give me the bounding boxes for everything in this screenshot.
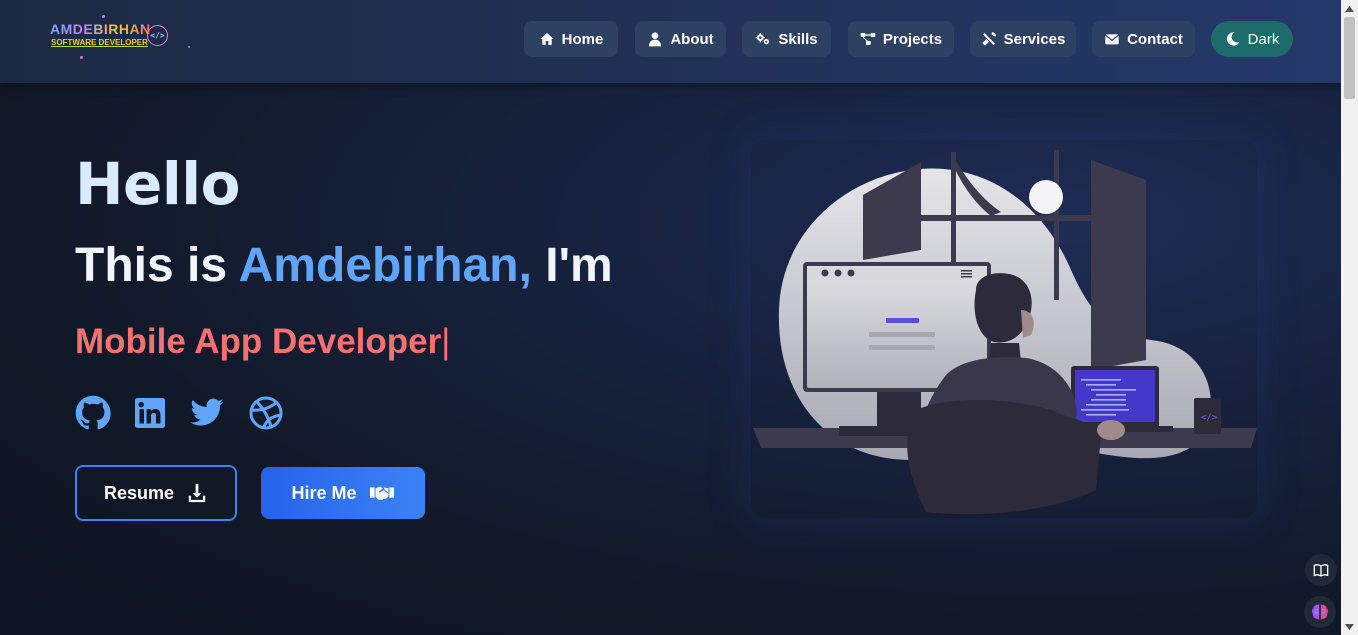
hire-me-label: Hire Me: [291, 482, 357, 503]
github-icon: [75, 395, 111, 430]
hero-greeting: Hello: [75, 150, 241, 218]
scrollbar-thumb[interactable]: [1344, 17, 1355, 99]
dribbble-icon: [249, 396, 283, 430]
navbar: AMDEBIRHAN SOFTWARE DEVELOPER </> Home A…: [0, 0, 1341, 83]
linkedin-icon: [135, 398, 165, 428]
developer-at-desk-illustration: </>: [753, 150, 1257, 515]
page-scrollbar[interactable]: [1341, 0, 1358, 635]
brain-icon: [1312, 604, 1328, 620]
nav-home[interactable]: Home: [524, 21, 618, 57]
hero-role-text: Mobile App Developer: [75, 322, 442, 361]
logo-sparkle: [102, 15, 105, 18]
developer-illustration: </>: [751, 140, 1257, 518]
nav-skills-label: Skills: [778, 30, 818, 48]
nav-contact[interactable]: Contact: [1092, 21, 1195, 57]
scroll-down-arrow-icon[interactable]: [1341, 618, 1358, 635]
hero-intro-suffix: I'm: [531, 239, 613, 292]
nav-services[interactable]: Services: [970, 21, 1076, 57]
nav-projects[interactable]: Projects: [848, 21, 954, 57]
hire-me-button[interactable]: Hire Me: [261, 467, 425, 519]
logo-sparkle: [80, 56, 83, 59]
github-link[interactable]: [75, 395, 111, 431]
resume-label: Resume: [103, 482, 175, 503]
dribbble-link[interactable]: [248, 395, 284, 431]
code-badge-icon: </>: [147, 25, 168, 46]
gears-icon: [756, 33, 770, 45]
reading-mode-button[interactable]: [1305, 554, 1337, 586]
logo-subtitle: SOFTWARE DEVELOPER: [51, 38, 148, 47]
nav-about-label: About: [670, 30, 714, 48]
nav-skills[interactable]: Skills: [742, 21, 831, 57]
page: AMDEBIRHAN SOFTWARE DEVELOPER </> Home A…: [0, 0, 1341, 635]
twitter-icon: [190, 398, 224, 426]
ai-assistant-button[interactable]: [1304, 596, 1336, 628]
user-icon: [649, 32, 662, 47]
nav-home-label: Home: [561, 30, 604, 48]
nav-contact-label: Contact: [1127, 30, 1183, 48]
logo-sparkle: [188, 46, 190, 48]
resume-button[interactable]: Resume: [75, 465, 237, 521]
hero-role: Mobile App Developer|: [75, 322, 450, 362]
tools-icon: [981, 32, 996, 46]
hero-intro-prefix: This is: [75, 239, 239, 292]
logo-name: AMDEBIRHAN: [50, 21, 151, 37]
nav-services-label: Services: [1003, 30, 1066, 48]
linkedin-link[interactable]: [132, 395, 168, 431]
nav-projects-label: Projects: [882, 30, 943, 48]
theme-toggle[interactable]: Dark: [1211, 21, 1293, 57]
hero-intro: This is Amdebirhan, I'm: [75, 238, 613, 293]
logo[interactable]: AMDEBIRHAN SOFTWARE DEVELOPER </>: [48, 15, 198, 62]
twitter-link[interactable]: [189, 395, 225, 431]
typing-cursor: |: [441, 322, 451, 361]
download-icon: [188, 483, 206, 503]
book-icon: [1313, 564, 1329, 577]
home-icon: [539, 33, 554, 45]
handshake-icon: [369, 486, 394, 501]
nav-about[interactable]: About: [635, 21, 726, 57]
scroll-up-arrow-icon[interactable]: [1341, 0, 1358, 17]
theme-toggle-label: Dark: [1247, 30, 1280, 48]
hero-name: Amdebirhan,: [238, 239, 532, 292]
svg-text:</>: </>: [1201, 413, 1218, 423]
moon-icon: [1226, 32, 1240, 46]
diagram-icon: [860, 33, 876, 45]
envelope-icon: [1104, 34, 1120, 45]
